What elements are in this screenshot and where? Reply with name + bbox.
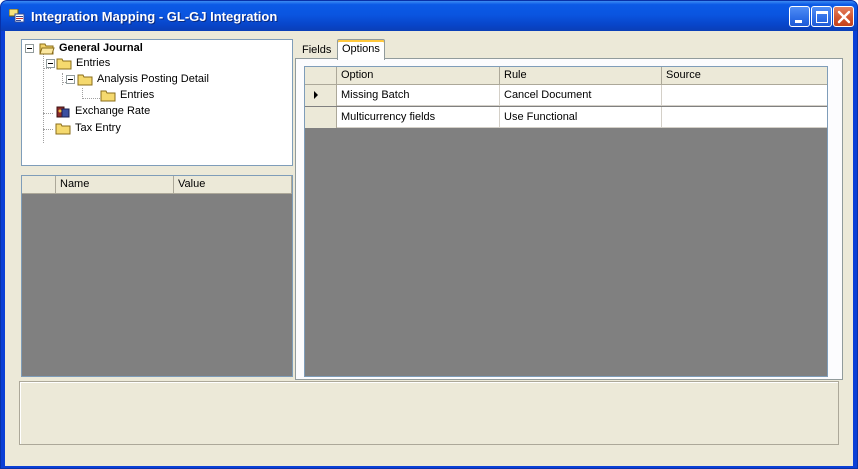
column-header-value[interactable]: Value	[174, 176, 292, 194]
options-grid[interactable]: Option Rule Source Missing Batch Cancel …	[304, 66, 828, 377]
folder-open-icon	[39, 42, 55, 55]
window-client-area: General Journal Entries Analysis Posting…	[5, 31, 853, 466]
tab-options[interactable]: Options	[337, 39, 385, 60]
title-bar[interactable]: Integration Mapping - GL-GJ Integration	[1, 1, 857, 31]
tree-connector	[43, 129, 53, 130]
tree-item-label: Exchange Rate	[75, 105, 151, 117]
maximize-button[interactable]	[811, 6, 832, 27]
mapping-tree[interactable]: General Journal Entries Analysis Posting…	[21, 39, 293, 166]
options-tab-panel: Option Rule Source Missing Batch Cancel …	[295, 58, 843, 380]
folder-icon	[77, 73, 93, 86]
collapse-toggle[interactable]	[25, 44, 34, 53]
tree-item-label: Entries	[76, 57, 111, 69]
app-icon	[8, 8, 25, 23]
table-row[interactable]: Multicurrency fields Use Functional	[305, 107, 827, 128]
integration-mapping-window: Integration Mapping - GL-GJ Integration	[0, 0, 858, 469]
source-cell[interactable]	[662, 107, 827, 128]
close-icon	[837, 10, 851, 24]
minimize-button[interactable]	[789, 6, 810, 27]
row-selector[interactable]	[305, 107, 337, 128]
tree-connector	[43, 68, 51, 69]
rule-cell[interactable]: Use Functional	[500, 107, 662, 128]
folder-icon	[100, 89, 116, 102]
maximize-icon	[816, 11, 828, 23]
collapse-toggle[interactable]	[46, 59, 55, 68]
row-selector-header	[22, 176, 56, 194]
tree-item-label: Entries	[120, 89, 155, 101]
column-header-name[interactable]: Name	[56, 176, 174, 194]
tree-item-label: Tax Entry	[75, 122, 121, 134]
window-title: Integration Mapping - GL-GJ Integration	[31, 9, 278, 24]
source-cell[interactable]	[662, 85, 827, 106]
current-row-arrow-icon	[314, 91, 318, 99]
description-panel	[19, 381, 839, 445]
column-header-rule[interactable]: Rule	[500, 67, 662, 85]
tree-item-label: General Journal	[59, 42, 143, 54]
table-row[interactable]: Missing Batch Cancel Document	[305, 85, 827, 106]
row-selector[interactable]	[305, 85, 337, 106]
rule-cell[interactable]: Cancel Document	[500, 85, 662, 106]
properties-grid[interactable]: Name Value	[21, 175, 293, 377]
close-button[interactable]	[833, 6, 854, 27]
properties-grid-header: Name Value	[22, 176, 292, 194]
folder-icon	[55, 122, 71, 135]
minimize-icon	[795, 20, 802, 23]
column-header-option[interactable]: Option	[337, 67, 500, 85]
tree-connector	[43, 113, 53, 114]
folder-icon	[56, 57, 72, 70]
tree-connector	[82, 98, 100, 99]
exchange-rate-icon	[55, 105, 71, 118]
collapse-toggle[interactable]	[66, 75, 75, 84]
tree-connector	[62, 73, 63, 85]
column-header-source[interactable]: Source	[662, 67, 827, 85]
row-selector-header	[305, 67, 337, 85]
options-grid-header: Option Rule Source	[305, 67, 827, 85]
option-cell[interactable]: Missing Batch	[337, 85, 500, 106]
tree-item-label: Analysis Posting Detail	[97, 73, 209, 85]
option-cell[interactable]: Multicurrency fields	[337, 107, 500, 128]
